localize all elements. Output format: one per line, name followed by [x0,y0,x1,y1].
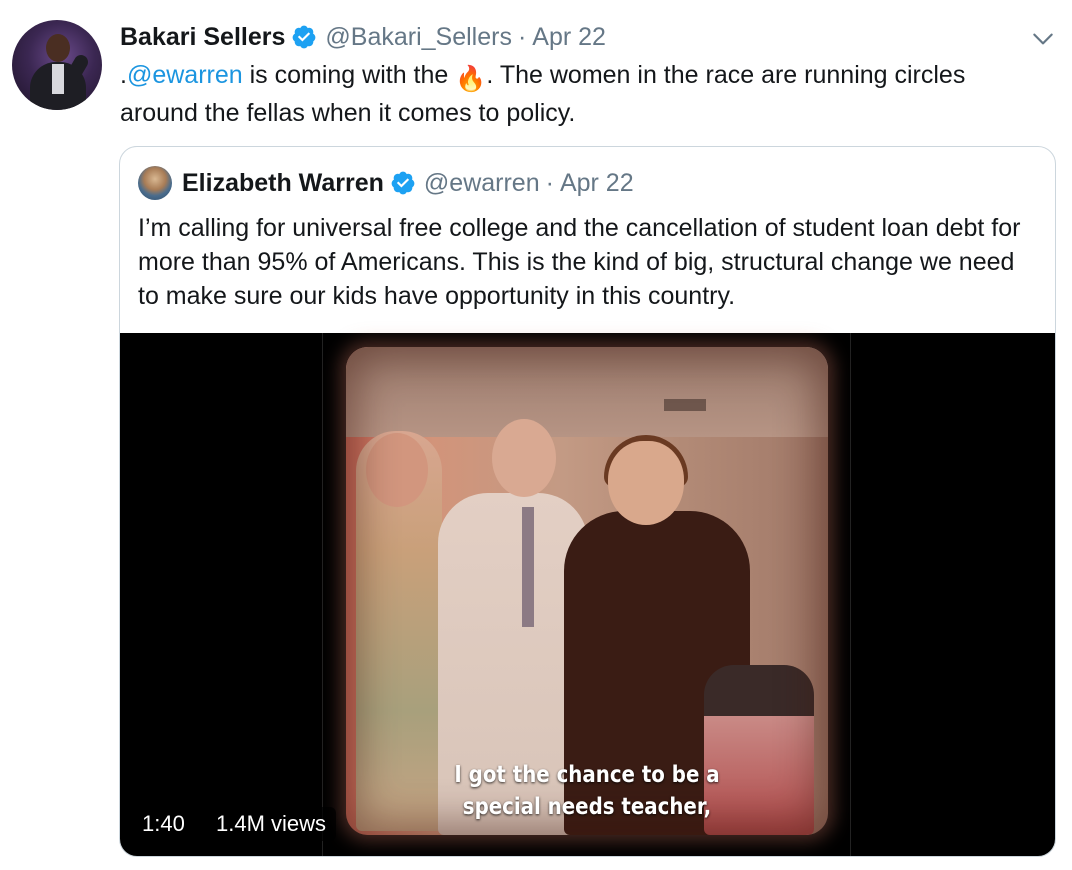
video-views-badge: 1.4M views [206,807,337,841]
tweet-date[interactable]: Apr 22 [532,23,606,52]
separator-dot: · [545,168,554,197]
video-caption: I got the chance to be a special needs t… [380,759,795,823]
quoted-tweet-date[interactable]: Apr 22 [560,169,634,198]
mention-link[interactable]: @ewarren [127,61,243,89]
verified-badge-icon [293,25,316,49]
avatar-figure-arm [63,52,91,86]
tweet-text: .@ewarren is coming with the 🔥. The wome… [120,58,1040,130]
fire-emoji-icon: 🔥 [455,65,487,93]
quoted-author-name[interactable]: Elizabeth Warren [182,169,384,198]
video-duration-badge: 1:40 [132,807,195,841]
quoted-author-handle[interactable]: @ewarren [424,169,540,198]
quoted-tweet-card[interactable]: Elizabeth Warren @ewarren · Apr 22 I’m c… [119,146,1056,857]
verified-badge-icon [391,171,415,195]
text-prefix: . [120,61,127,89]
caption-line: special needs teacher, [462,794,712,820]
quoted-tweet-text: I’m calling for universal free college a… [138,214,1021,310]
video-player[interactable]: I got the chance to be a special needs t… [120,333,1055,856]
avatar-figure-shirt [52,64,64,94]
quoted-tweet-header: Elizabeth Warren @ewarren · Apr 22 [138,165,634,201]
quoted-author-avatar[interactable] [138,166,172,200]
caption-line: I got the chance to be a [454,762,720,788]
video-pillar-edge [850,333,851,856]
avatar-figure-head [46,34,70,62]
chevron-down-icon[interactable] [1030,26,1056,52]
author-name[interactable]: Bakari Sellers [120,23,285,52]
separator-dot: · [517,22,527,51]
text-segment: is coming with the [242,61,456,89]
tweet-header: Bakari Sellers @Bakari_Sellers · Apr 22 [120,20,606,54]
author-avatar[interactable] [12,20,102,110]
video-pillar-edge [322,333,323,856]
author-handle[interactable]: @Bakari_Sellers [325,23,512,52]
